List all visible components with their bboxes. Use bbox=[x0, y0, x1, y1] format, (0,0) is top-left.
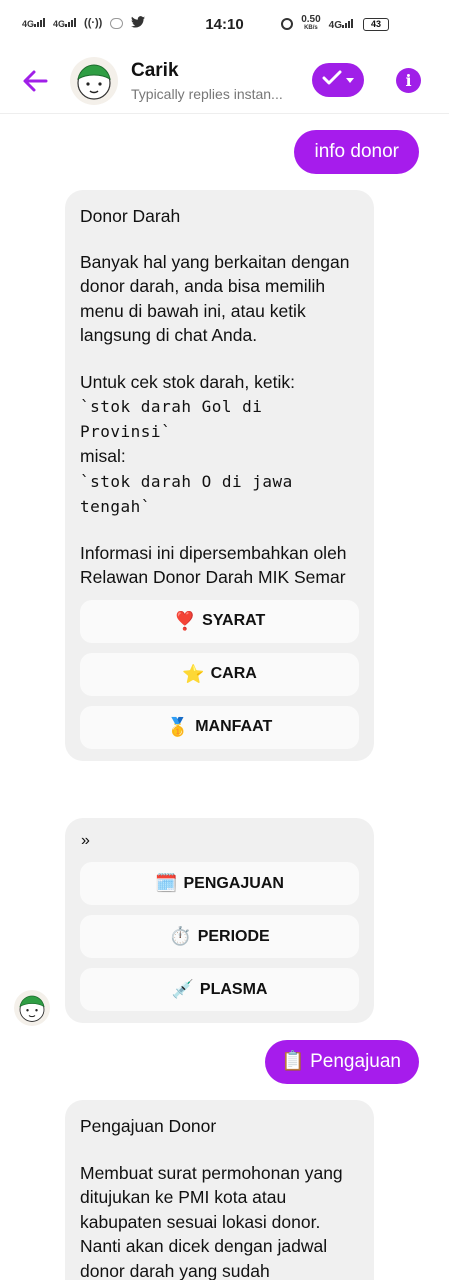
quick-reply-label: MANFAAT bbox=[195, 718, 273, 735]
avatar[interactable] bbox=[70, 57, 118, 105]
syringe-icon: 💉 bbox=[171, 979, 194, 999]
quick-reply-manfaat[interactable]: 🥇 MANFAAT bbox=[80, 705, 359, 749]
star-icon: ⭐ bbox=[182, 663, 205, 684]
calendar-icon: 🗓️ bbox=[155, 873, 178, 893]
medal-icon: 🥇 bbox=[166, 716, 190, 737]
quick-reply-label: PERIODE bbox=[197, 927, 270, 945]
status-bar: 4G 4G ((·)) 14:10 0.50 KB/s 4G 43 bbox=[0, 0, 449, 48]
quick-reply-label: CARA bbox=[210, 665, 257, 682]
bot-heading: Donor Darah bbox=[80, 206, 181, 226]
bot-message-menu: » 🗓️ PENGAJUAN ⏱️ PERIODE 💉 PLASMA bbox=[65, 818, 374, 1023]
quick-reply-label: PENGAJUAN bbox=[183, 874, 284, 892]
bot-message-donor-darah: Donor Darah Banyak hal yang berkaitan de… bbox=[65, 190, 374, 761]
separator-glyph: » bbox=[81, 832, 90, 849]
quick-reply-cara[interactable]: ⭐ CARA bbox=[80, 652, 359, 696]
user-message-pengajuan[interactable]: 📋 Pengajuan bbox=[265, 1040, 419, 1084]
chat-title[interactable]: Carik bbox=[131, 60, 179, 82]
clipboard-icon: 📋 bbox=[281, 1051, 305, 1072]
bot-paragraph: Untuk cek stok darah, ketik: bbox=[80, 371, 295, 392]
bot-message-pengajuan-donor: Pengajuan Donor Membuat surat permohonan… bbox=[65, 1100, 374, 1280]
network-3: 4G bbox=[329, 18, 353, 31]
chat-header: Carik Typically replies instan... i bbox=[0, 48, 449, 114]
bot-avatar bbox=[14, 990, 50, 1026]
back-arrow-icon[interactable] bbox=[20, 66, 50, 96]
bot-paragraph: Banyak hal yang berkaitan dengan donor d… bbox=[80, 251, 355, 346]
check-icon bbox=[322, 70, 342, 91]
user-message-label: Pengajuan bbox=[310, 1051, 401, 1072]
quick-reply-label: PLASMA bbox=[199, 980, 268, 998]
bot-paragraph: Membuat surat permohonan yang ditujukan … bbox=[80, 1162, 348, 1280]
network-speed: 0.50 KB/s bbox=[301, 14, 321, 32]
bot-paragraph: Informasi ini dipersembahkan oleh Relawa… bbox=[80, 542, 352, 588]
battery-icon: 43 bbox=[363, 18, 389, 31]
verify-button[interactable] bbox=[312, 63, 364, 97]
info-icon[interactable]: i bbox=[396, 68, 421, 93]
bot-heading: Pengajuan Donor bbox=[80, 1116, 217, 1136]
alarm-icon bbox=[281, 18, 294, 30]
bot-code: `stok darah Gol di Provinsi` bbox=[80, 397, 263, 441]
user-message-info-donor[interactable]: info donor bbox=[294, 130, 419, 174]
quick-reply-plasma[interactable]: 💉 PLASMA bbox=[80, 968, 359, 1011]
caret-down-icon bbox=[346, 71, 354, 89]
quick-reply-label: SYARAT bbox=[202, 612, 266, 629]
quick-reply-syarat[interactable]: ❣️ SYARAT bbox=[80, 599, 359, 643]
stopwatch-icon: ⏱️ bbox=[169, 926, 192, 946]
chat-subtitle: Typically replies instan... bbox=[131, 86, 283, 102]
bot-code: `stok darah O di jawa tengah` bbox=[80, 471, 293, 516]
bot-paragraph: misal: bbox=[80, 446, 126, 466]
status-right: 0.50 KB/s 4G bbox=[281, 15, 353, 33]
heart-exclamation-icon: ❣️ bbox=[173, 610, 197, 631]
quick-reply-pengajuan[interactable]: 🗓️ PENGAJUAN bbox=[80, 862, 359, 905]
quick-reply-periode[interactable]: ⏱️ PERIODE bbox=[80, 915, 359, 958]
